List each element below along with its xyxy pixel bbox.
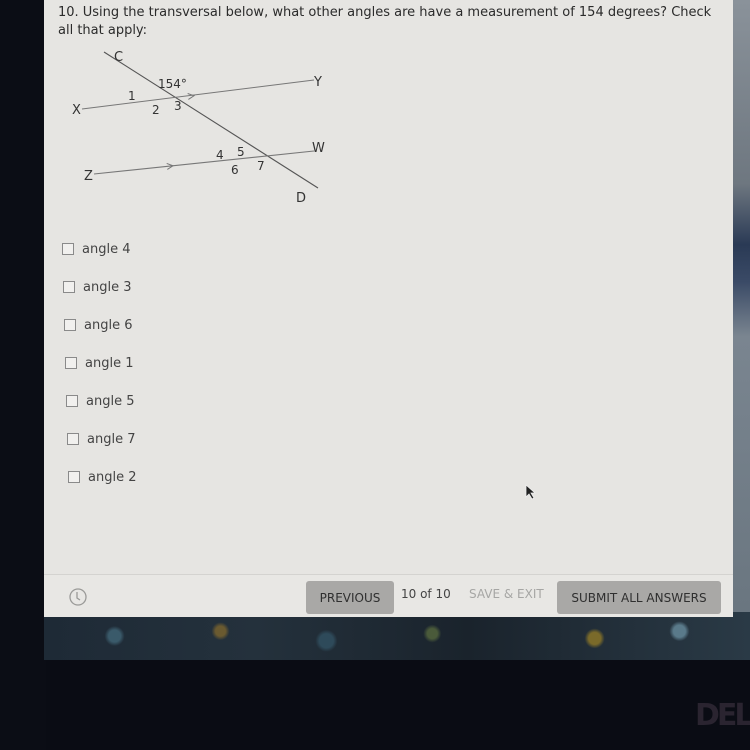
point-label-d: D <box>296 191 306 206</box>
clock-icon[interactable] <box>68 587 88 607</box>
checkbox[interactable] <box>62 243 74 255</box>
page-counter: 10 of 10 <box>401 587 451 601</box>
dell-logo: DELL <box>695 698 750 733</box>
mouse-cursor-icon <box>525 484 537 500</box>
option-label: angle 1 <box>85 355 134 371</box>
given-angle-label: 154° <box>158 77 187 91</box>
point-label-c: C <box>114 50 123 65</box>
checkbox[interactable] <box>65 357 77 369</box>
parallel-line-zw <box>93 150 315 175</box>
quiz-footer: PREVIOUS 10 of 10 SAVE & EXIT SUBMIT ALL… <box>44 574 733 617</box>
previous-button[interactable]: PREVIOUS <box>306 581 394 614</box>
save-exit-link[interactable]: SAVE & EXIT <box>469 587 544 601</box>
point-label-w: W <box>312 141 325 156</box>
option-angle-5[interactable]: angle 5 <box>66 382 136 420</box>
option-label: angle 4 <box>82 241 131 257</box>
angle-label-6: 6 <box>231 163 239 177</box>
monitor-bezel-left <box>0 0 46 750</box>
checkbox[interactable] <box>66 395 78 407</box>
question-prompt: 10. Using the transversal below, what oth… <box>58 4 718 40</box>
checkbox[interactable] <box>68 471 80 483</box>
option-angle-4[interactable]: angle 4 <box>62 230 136 268</box>
background-window-edge <box>733 0 750 612</box>
option-angle-2[interactable]: angle 2 <box>68 458 136 496</box>
transversal-line-cd <box>103 51 319 189</box>
angle-label-3: 3 <box>174 99 182 113</box>
angle-label-7: 7 <box>257 159 265 173</box>
point-label-z: Z <box>84 169 93 184</box>
desktop-wallpaper <box>44 612 750 660</box>
angle-label-4: 4 <box>216 148 224 162</box>
angle-label-1: 1 <box>128 89 136 103</box>
submit-all-answers-button[interactable]: SUBMIT ALL ANSWERS <box>557 581 721 614</box>
angle-label-2: 2 <box>152 103 160 117</box>
point-label-x: X <box>72 103 81 118</box>
option-label: angle 5 <box>86 393 135 409</box>
option-angle-1[interactable]: angle 1 <box>65 344 136 382</box>
option-angle-7[interactable]: angle 7 <box>67 420 136 458</box>
point-label-y: Y <box>313 75 322 90</box>
option-label: angle 2 <box>88 469 137 485</box>
option-label: angle 6 <box>84 317 133 333</box>
option-angle-3[interactable]: angle 3 <box>63 268 136 306</box>
answer-options: angle 4 angle 3 angle 6 angle 1 angle 5 … <box>62 230 136 496</box>
checkbox[interactable] <box>64 319 76 331</box>
angle-label-5: 5 <box>237 145 245 159</box>
option-angle-6[interactable]: angle 6 <box>64 306 136 344</box>
question-text: Using the transversal below, what other … <box>58 5 712 38</box>
parallel-line-xy <box>81 79 315 110</box>
quiz-panel: 10. Using the transversal below, what oth… <box>44 0 733 617</box>
transversal-diagram: C D X Y Z W 154° 1 2 3 4 5 6 7 <box>72 50 325 206</box>
question-number: 10. <box>58 5 79 20</box>
option-label: angle 7 <box>87 431 136 447</box>
checkbox[interactable] <box>67 433 79 445</box>
checkbox[interactable] <box>63 281 75 293</box>
option-label: angle 3 <box>83 279 132 295</box>
